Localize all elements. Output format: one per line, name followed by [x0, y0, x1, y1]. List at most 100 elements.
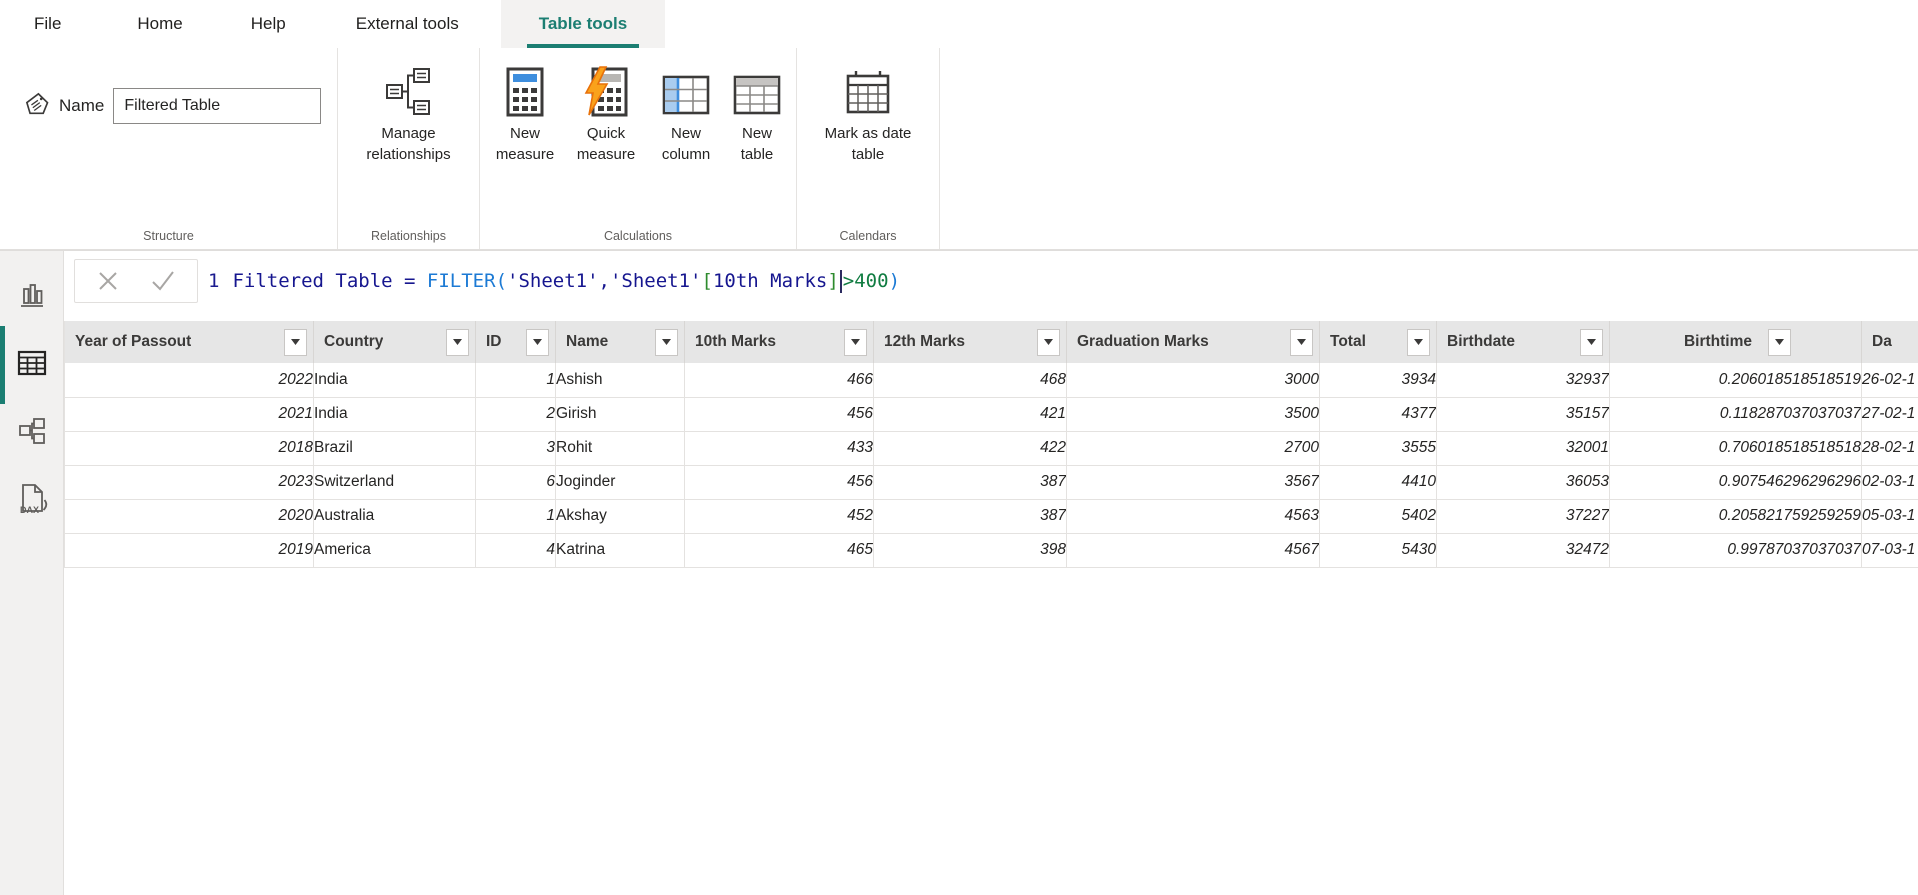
cell[interactable]: 466 [685, 363, 874, 397]
filter-dropdown-button[interactable] [284, 329, 307, 356]
cell[interactable]: 4563 [1067, 499, 1320, 533]
report-view-button[interactable] [0, 273, 64, 321]
cell[interactable]: 3934 [1320, 363, 1437, 397]
filter-dropdown-button[interactable] [1768, 329, 1791, 356]
column-header-10th-marks[interactable]: 10th Marks [685, 321, 874, 363]
cell[interactable]: 2023 [65, 465, 314, 499]
menu-item-file[interactable]: File [34, 0, 61, 48]
cell[interactable]: 36053 [1437, 465, 1610, 499]
cell[interactable]: 3000 [1067, 363, 1320, 397]
cell[interactable]: Akshay [556, 499, 685, 533]
cell[interactable]: 0.99787037037037 [1610, 533, 1862, 567]
commit-formula-button[interactable] [149, 268, 177, 294]
cell[interactable]: 2700 [1067, 431, 1320, 465]
cell[interactable]: India [314, 363, 476, 397]
column-header-graduation-marks[interactable]: Graduation Marks [1067, 321, 1320, 363]
cell[interactable]: 2021 [65, 397, 314, 431]
cell[interactable]: 452 [685, 499, 874, 533]
cell[interactable]: 387 [874, 465, 1067, 499]
cell[interactable]: 32472 [1437, 533, 1610, 567]
cell[interactable]: 6 [476, 465, 556, 499]
cell[interactable]: 4410 [1320, 465, 1437, 499]
cell[interactable]: 468 [874, 363, 1067, 397]
menu-item-home[interactable]: Home [137, 0, 182, 48]
filter-dropdown-button[interactable] [446, 329, 469, 356]
column-header-12th-marks[interactable]: 12th Marks [874, 321, 1067, 363]
cell[interactable]: 32001 [1437, 431, 1610, 465]
cell[interactable]: 05-03-1 [1862, 499, 1918, 533]
cell[interactable]: 2020 [65, 499, 314, 533]
cell[interactable]: Katrina [556, 533, 685, 567]
cell[interactable]: 3555 [1320, 431, 1437, 465]
cell[interactable]: 28-02-1 [1862, 431, 1918, 465]
cell[interactable]: 07-03-1 [1862, 533, 1918, 567]
manage-relationships-button[interactable]: Manage relationships [343, 60, 475, 165]
filter-dropdown-button[interactable] [1290, 329, 1313, 356]
cell[interactable]: 0.907546296296296 [1610, 465, 1862, 499]
column-header-id[interactable]: ID [476, 321, 556, 363]
cell[interactable]: 2018 [65, 431, 314, 465]
cell[interactable]: 4567 [1067, 533, 1320, 567]
cell[interactable]: 32937 [1437, 363, 1610, 397]
tab-table-tools[interactable]: Table tools [501, 0, 665, 48]
column-header-country[interactable]: Country [314, 321, 476, 363]
cell[interactable]: 35157 [1437, 397, 1610, 431]
cell[interactable]: America [314, 533, 476, 567]
cell[interactable]: 26-02-1 [1862, 363, 1918, 397]
cell[interactable]: Ashish [556, 363, 685, 397]
cell[interactable]: 0.205821759259259 [1610, 499, 1862, 533]
cell[interactable]: India [314, 397, 476, 431]
cell[interactable]: 27-02-1 [1862, 397, 1918, 431]
column-header-name[interactable]: Name [556, 321, 685, 363]
cell[interactable]: 433 [685, 431, 874, 465]
column-header-birthtime[interactable]: Birthtime [1610, 321, 1862, 363]
model-view-button[interactable] [0, 409, 64, 457]
column-header-total[interactable]: Total [1320, 321, 1437, 363]
filter-dropdown-button[interactable] [1407, 329, 1430, 356]
menu-item-help[interactable]: Help [251, 0, 286, 48]
cell[interactable]: 387 [874, 499, 1067, 533]
cell[interactable]: 456 [685, 465, 874, 499]
cell[interactable]: 456 [685, 397, 874, 431]
filter-dropdown-button[interactable] [655, 329, 678, 356]
cell[interactable]: 465 [685, 533, 874, 567]
mark-as-date-table-button[interactable]: Mark as date table [812, 60, 924, 165]
cancel-formula-button[interactable] [95, 268, 121, 294]
column-header-da[interactable]: Da [1862, 321, 1918, 363]
data-view-button[interactable] [0, 341, 64, 389]
filter-dropdown-button[interactable] [844, 329, 867, 356]
column-header-year-of-passout[interactable]: Year of Passout [65, 321, 314, 363]
cell[interactable]: Australia [314, 499, 476, 533]
new-measure-button[interactable]: New measure [490, 60, 560, 165]
cell[interactable]: 0.118287037037037 [1610, 397, 1862, 431]
cell[interactable]: 1 [476, 499, 556, 533]
cell[interactable]: 02-03-1 [1862, 465, 1918, 499]
cell[interactable]: 2022 [65, 363, 314, 397]
cell[interactable]: 37227 [1437, 499, 1610, 533]
cell[interactable]: Switzerland [314, 465, 476, 499]
cell[interactable]: 4377 [1320, 397, 1437, 431]
filter-dropdown-button[interactable] [1580, 329, 1603, 356]
formula-input[interactable]: 1 Filtered Table = FILTER('Sheet1','Shee… [208, 270, 900, 293]
cell[interactable]: 398 [874, 533, 1067, 567]
cell[interactable]: 3 [476, 431, 556, 465]
new-column-button[interactable]: New column [652, 60, 720, 165]
cell[interactable]: 0.706018518518518 [1610, 431, 1862, 465]
cell[interactable]: 3500 [1067, 397, 1320, 431]
filter-dropdown-button[interactable] [1037, 329, 1060, 356]
quick-measure-button[interactable]: Quick measure [568, 60, 644, 165]
menu-item-external-tools[interactable]: External tools [356, 0, 459, 48]
cell[interactable]: 2019 [65, 533, 314, 567]
new-table-button[interactable]: New table [728, 60, 786, 165]
cell[interactable]: Rohit [556, 431, 685, 465]
cell[interactable]: 2 [476, 397, 556, 431]
cell[interactable]: 1 [476, 363, 556, 397]
cell[interactable]: 3567 [1067, 465, 1320, 499]
cell[interactable]: Joginder [556, 465, 685, 499]
cell[interactable]: 5402 [1320, 499, 1437, 533]
cell[interactable]: 421 [874, 397, 1067, 431]
cell[interactable]: Brazil [314, 431, 476, 465]
cell[interactable]: 4 [476, 533, 556, 567]
cell[interactable]: Girish [556, 397, 685, 431]
column-header-birthdate[interactable]: Birthdate [1437, 321, 1610, 363]
